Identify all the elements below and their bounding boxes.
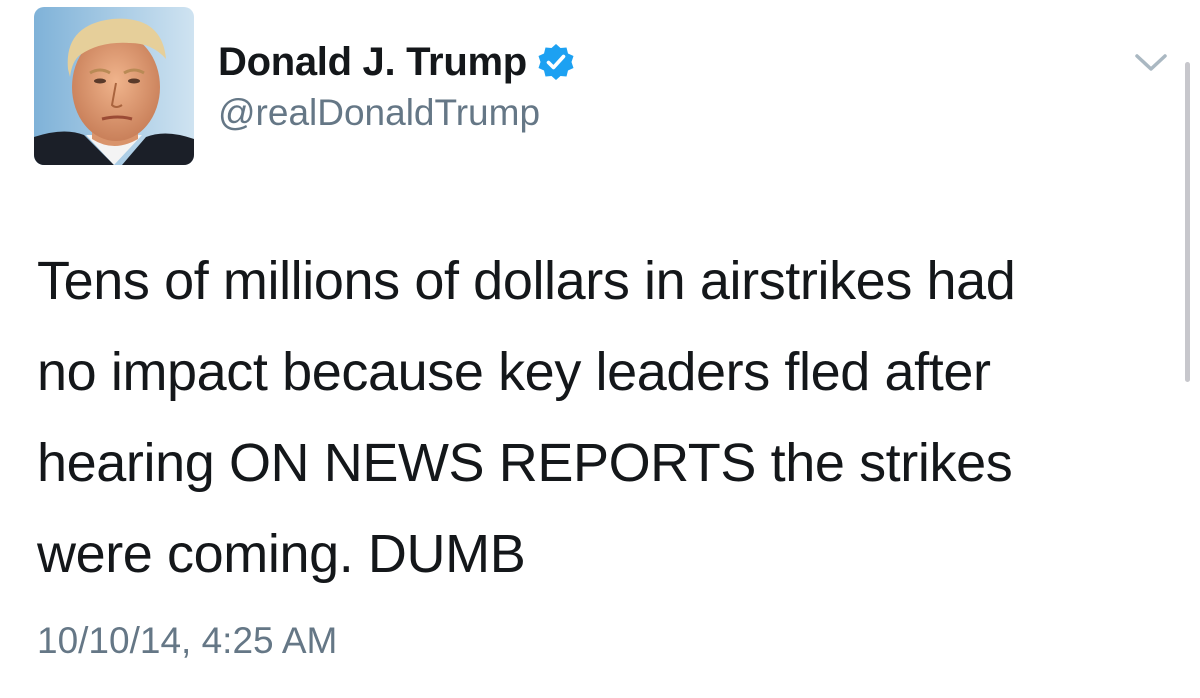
profile-photo — [34, 7, 194, 165]
verified-badge-icon — [537, 43, 575, 81]
author-name-row[interactable]: Donald J. Trump — [218, 38, 575, 86]
tweet-text: Tens of millions of dollars in airstrike… — [37, 251, 1016, 584]
scrollbar[interactable] — [1185, 62, 1190, 382]
tweet-card: Donald J. Trump @realDonaldTrump Tens of… — [0, 0, 1200, 698]
author-handle[interactable]: @realDonaldTrump — [218, 92, 540, 134]
author-display-name[interactable]: Donald J. Trump — [218, 40, 527, 85]
tweet-timestamp[interactable]: 10/10/14, 4:25 AM — [37, 620, 337, 662]
chevron-down-icon[interactable] — [1131, 46, 1171, 78]
avatar[interactable] — [34, 7, 194, 165]
